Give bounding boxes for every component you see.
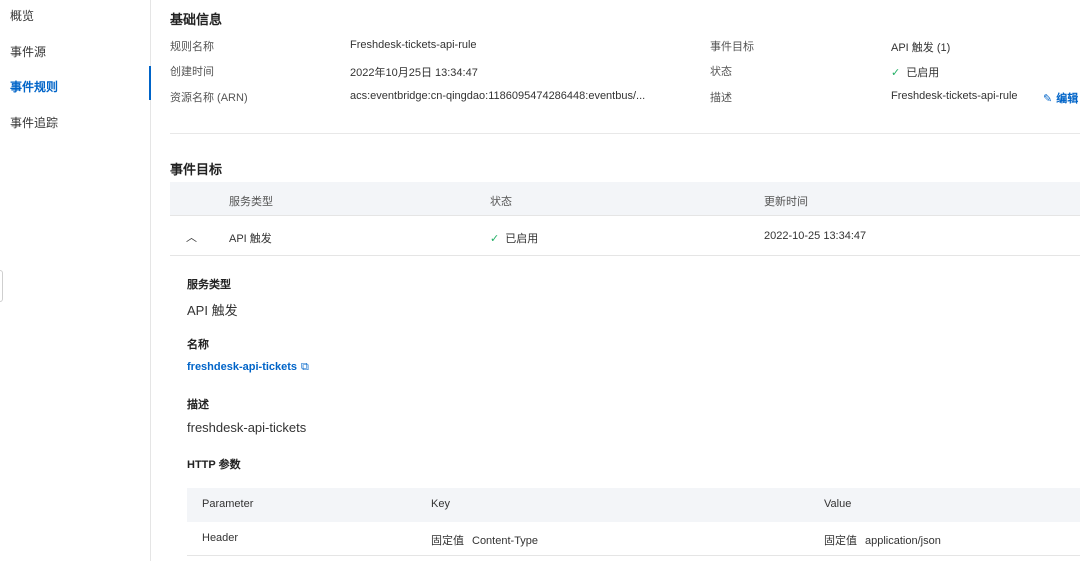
detail-service-type-label: 服务类型 bbox=[187, 279, 231, 291]
section-divider bbox=[170, 133, 1080, 134]
status-value: ✓ 已启用 bbox=[891, 64, 939, 80]
column-header-status: 状态 bbox=[490, 196, 512, 208]
column-header-parameter: Parameter bbox=[202, 498, 254, 510]
target-status-text: 已启用 bbox=[505, 233, 539, 245]
column-header-updated: 更新时间 bbox=[764, 196, 808, 208]
created-time-label: 创建时间 bbox=[170, 66, 214, 78]
param-value-cell: 固定值 application/json bbox=[824, 532, 941, 548]
sidebar-collapse-handle[interactable] bbox=[0, 270, 3, 302]
detail-service-type-value: API 触发 bbox=[187, 303, 238, 318]
edit-description-button[interactable]: ✎ 编辑 bbox=[1043, 90, 1078, 106]
targets-table-header: 服务类型 状态 更新时间 bbox=[170, 182, 1080, 216]
event-target-value: API 触发 (1) bbox=[891, 42, 951, 54]
created-time-value: 2022年10月25日 13:34:47 bbox=[350, 67, 478, 79]
table-row: ︿ API 触发 ✓ 已启用 2022-10-25 13:34:47 bbox=[170, 217, 1080, 256]
http-params-table-header: Parameter Key Value bbox=[187, 488, 1080, 522]
http-params-label: HTTP 参数 bbox=[187, 459, 241, 471]
check-icon: ✓ bbox=[490, 233, 500, 245]
sidebar-item-overview[interactable]: 概览 bbox=[10, 7, 34, 24]
key-fixed-tag: 固定值 bbox=[431, 535, 464, 547]
edit-label: 编辑 bbox=[1056, 93, 1079, 105]
detail-description-label: 描述 bbox=[187, 399, 209, 411]
target-service-cell: API 触发 bbox=[229, 233, 272, 245]
status-text: 已启用 bbox=[906, 67, 940, 79]
basic-info-title: 基础信息 bbox=[170, 12, 223, 27]
sidebar: 概览 事件源 事件规则 事件追踪 bbox=[0, 0, 151, 561]
event-target-label: 事件目标 bbox=[710, 41, 754, 53]
sidebar-item-event-rules[interactable]: 事件规则 bbox=[10, 78, 58, 95]
param-key-cell: 固定值 Content-Type bbox=[431, 532, 538, 548]
target-updated-cell: 2022-10-25 13:34:47 bbox=[764, 230, 867, 242]
description-label: 描述 bbox=[710, 92, 732, 104]
rule-name-value: Freshdesk-tickets-api-rule bbox=[350, 39, 477, 51]
value-text: application/json bbox=[865, 535, 941, 547]
detail-name-text: freshdesk-api-tickets bbox=[187, 361, 298, 373]
table-row: Header 固定值 Content-Type 固定值 application/js… bbox=[187, 522, 1080, 556]
arn-label: 资源名称 (ARN) bbox=[170, 92, 248, 104]
column-header-key: Key bbox=[431, 498, 450, 510]
pencil-icon: ✎ bbox=[1043, 93, 1053, 105]
detail-name-label: 名称 bbox=[187, 339, 209, 351]
chevron-up-icon[interactable]: ︿ bbox=[186, 229, 197, 245]
sidebar-item-event-sources[interactable]: 事件源 bbox=[10, 43, 46, 60]
detail-name-link[interactable]: freshdesk-api-tickets ⧉ bbox=[187, 361, 309, 374]
key-text: Content-Type bbox=[472, 535, 539, 547]
description-value: Freshdesk-tickets-api-rule bbox=[891, 90, 1018, 102]
arn-value: acs:eventbridge:cn-qingdao:1186095474286… bbox=[350, 90, 646, 102]
column-header-value: Value bbox=[824, 498, 852, 510]
value-fixed-tag: 固定值 bbox=[824, 535, 857, 547]
check-icon: ✓ bbox=[891, 67, 901, 79]
detail-description-value: freshdesk-api-tickets bbox=[187, 420, 307, 435]
event-targets-title: 事件目标 bbox=[170, 162, 223, 177]
external-link-icon: ⧉ bbox=[301, 361, 309, 373]
column-header-service-type: 服务类型 bbox=[229, 196, 273, 208]
sidebar-item-event-tracking[interactable]: 事件追踪 bbox=[10, 114, 58, 131]
param-parameter-cell: Header bbox=[202, 532, 239, 544]
rule-name-label: 规则名称 bbox=[170, 41, 214, 53]
status-label: 状态 bbox=[710, 66, 732, 78]
main-content: 基础信息 规则名称 Freshdesk-tickets-api-rule 创建时… bbox=[151, 0, 1080, 561]
target-status-cell: ✓ 已启用 bbox=[490, 230, 538, 246]
